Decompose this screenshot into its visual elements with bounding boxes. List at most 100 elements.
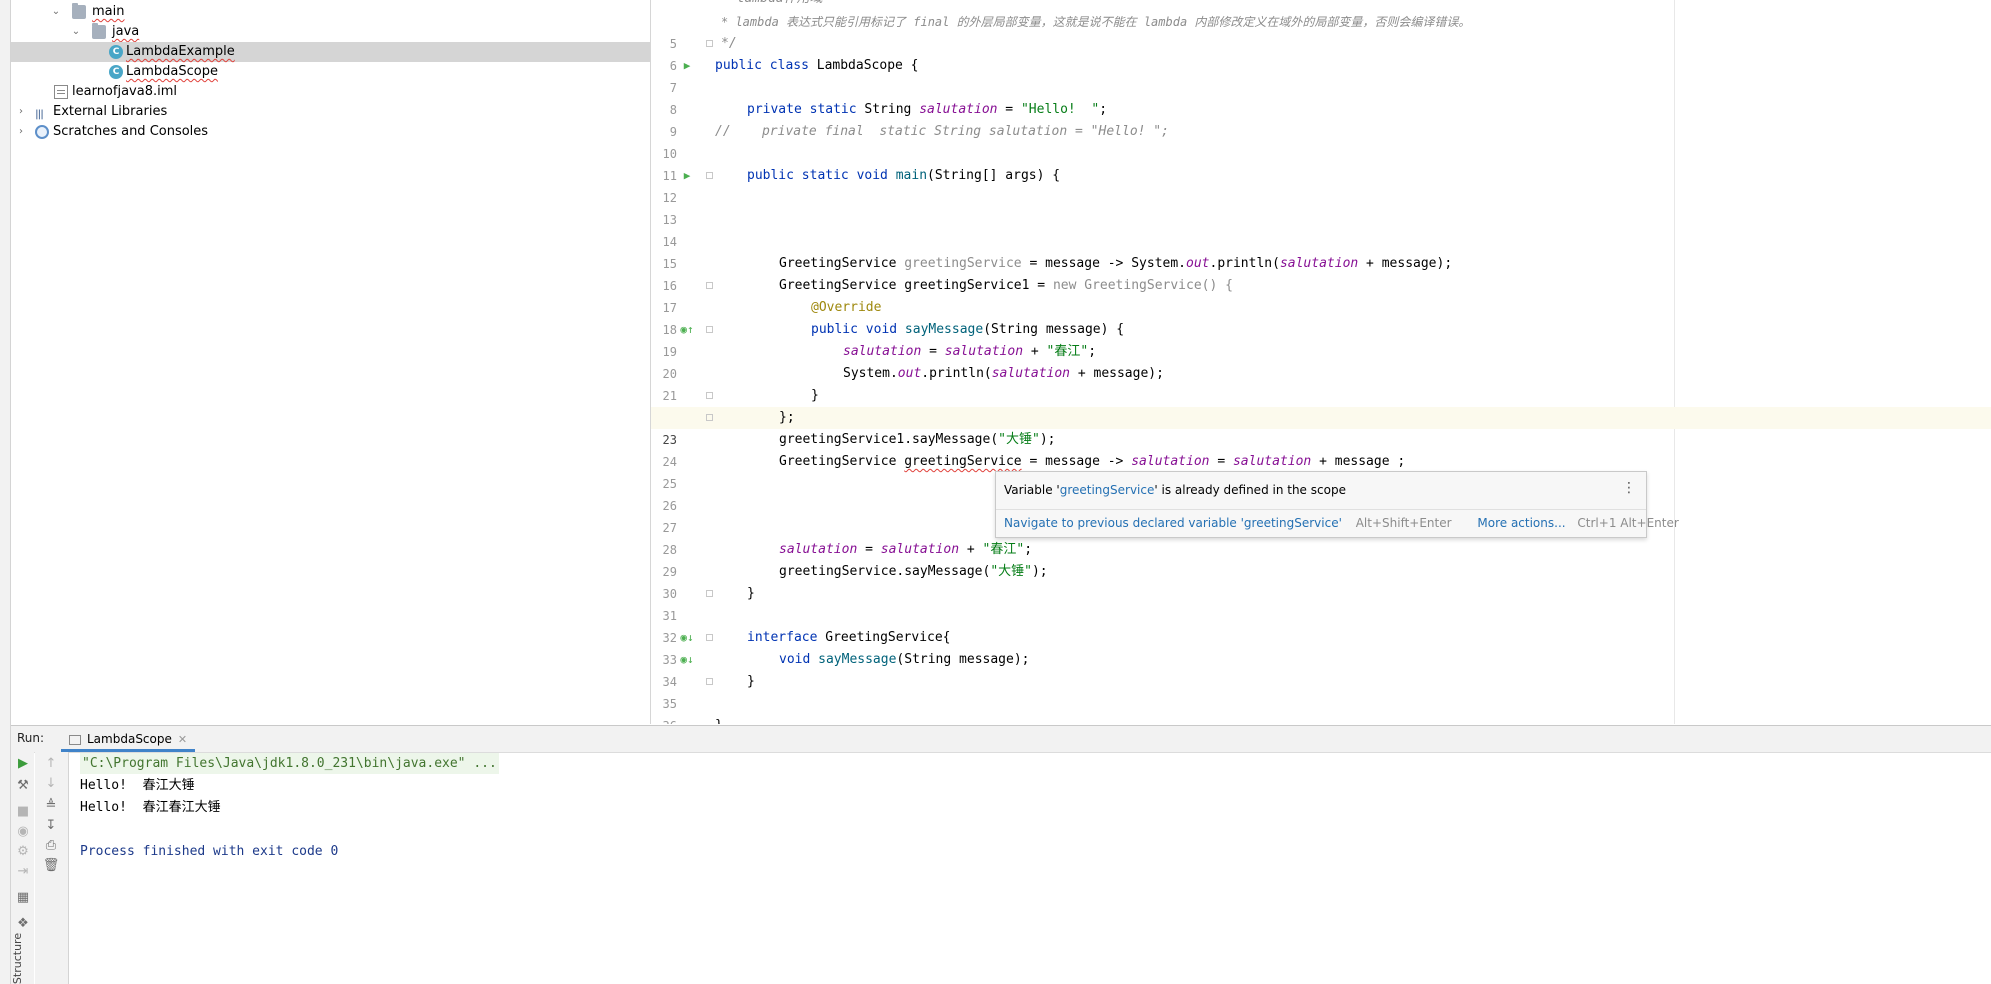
- tree-item-label: External Libraries: [53, 104, 168, 119]
- implemented-gutter-icon[interactable]: ◉↓: [679, 627, 695, 649]
- code-text: = message ->: [1021, 454, 1132, 469]
- arrow-down-icon[interactable]: ↓: [41, 774, 61, 794]
- pin-icon[interactable]: ❖: [13, 914, 33, 934]
- tree-item-scratches[interactable]: › Scratches and Consoles: [11, 122, 650, 142]
- code-line-32: 32: [651, 605, 1991, 645]
- code-text: = message -> System.: [1021, 256, 1187, 271]
- code-editor[interactable]: * lambda作用域 5 * lambda 表达式只能引用标记了 final …: [651, 0, 1991, 724]
- fold-marker-icon[interactable]: [706, 40, 713, 47]
- method-name: main: [895, 168, 928, 183]
- tree-item-label: main: [92, 4, 125, 19]
- code-text: String: [856, 102, 920, 117]
- message-reference: greetingService: [1059, 483, 1155, 497]
- fold-marker-icon[interactable]: [706, 282, 713, 289]
- trash-icon[interactable]: 🗑: [41, 856, 61, 876]
- fold-marker-icon[interactable]: [706, 414, 713, 421]
- tree-item-main[interactable]: ⌄ main: [11, 2, 650, 22]
- structure-tool-tab[interactable]: Structure: [11, 933, 24, 984]
- fold-marker-icon[interactable]: [706, 678, 713, 685]
- code-text: GreetingService() {: [1076, 278, 1233, 293]
- comment-text: * lambda 表达式只能引用标记了 final 的外层局部变量，这就是说不能…: [721, 15, 1471, 29]
- console-command-line: "C:\Program Files\Java\jdk1.8.0_231\bin\…: [80, 753, 499, 774]
- error-tooltip: Variable 'greetingService' is already de…: [995, 471, 1679, 538]
- code-line-25: 25 GreetingService greetingService = mes…: [651, 451, 1991, 491]
- chevron-down-icon[interactable]: ⌄: [50, 2, 62, 22]
- tree-item-label: LambdaExample: [126, 44, 235, 59]
- code-line-23: 23 };: [651, 407, 1991, 447]
- run-panel-header: Run: LambdaScope ✕: [11, 725, 1991, 753]
- left-tool-strip: [0, 0, 11, 984]
- code-line-19: 19 ◉↑ public void sayMessage(String mess…: [651, 319, 1991, 359]
- implemented-gutter-icon[interactable]: ◉↓: [679, 649, 695, 671]
- comment-text: * lambda作用域: [721, 0, 823, 10]
- message-text: Variable ': [1004, 483, 1060, 497]
- navigate-previous-declaration-link[interactable]: Navigate to previous declared variable '…: [1004, 516, 1342, 530]
- tree-item-external-libraries[interactable]: › ||| External Libraries: [11, 102, 650, 122]
- console-output-line: Hello! 春江春江大锤: [80, 800, 221, 815]
- soft-wrap-icon[interactable]: ≜: [41, 796, 61, 816]
- class-icon: C: [109, 65, 123, 79]
- code-line-11: 11: [651, 143, 1991, 183]
- layout-icon[interactable]: ▦: [13, 888, 33, 908]
- code-line-8: 8: [651, 77, 1991, 117]
- fold-marker-icon[interactable]: [706, 590, 713, 597]
- tree-item-lambdaexample[interactable]: C LambdaExample: [11, 42, 650, 62]
- print-icon[interactable]: ⎙: [41, 836, 61, 856]
- more-actions-link[interactable]: More actions...: [1477, 516, 1565, 530]
- wrench-icon[interactable]: ⚒: [13, 776, 33, 796]
- run-tab-lambdascope[interactable]: LambdaScope ✕: [61, 726, 196, 752]
- code-line-36: 36: [651, 693, 1991, 724]
- project-tree: ⌄ main ⌄ java C LambdaExample C LambdaSc…: [11, 0, 651, 724]
- shortcut-hint: Alt+Shift+Enter: [1355, 516, 1452, 530]
- code-line-35: 35 }: [651, 671, 1991, 711]
- code-line-30: 30 greetingService.sayMessage("大锤");: [651, 561, 1991, 601]
- code-text: }: [715, 715, 723, 724]
- string-literal: "Hello! ": [1020, 102, 1100, 117]
- stop-icon[interactable]: ■: [13, 802, 33, 822]
- string-literal: "春江": [1046, 344, 1089, 359]
- chevron-down-icon[interactable]: ⌄: [70, 22, 82, 42]
- run-gutter-icon[interactable]: ▶: [679, 55, 695, 77]
- more-options-icon[interactable]: ⋮: [1622, 480, 1636, 496]
- exit-icon[interactable]: ⇥: [13, 862, 33, 882]
- chevron-right-icon[interactable]: ›: [15, 102, 27, 122]
- module-file-icon: [54, 85, 68, 99]
- fold-marker-icon[interactable]: [706, 326, 713, 333]
- code-text: ;: [1088, 344, 1097, 359]
- rerun-icon[interactable]: ▶: [13, 754, 33, 774]
- string-literal: "春江": [982, 542, 1025, 557]
- close-icon[interactable]: ✕: [178, 733, 187, 746]
- field-name: salutation: [1232, 454, 1312, 469]
- fold-marker-icon[interactable]: [706, 634, 713, 641]
- code-text: =: [921, 344, 945, 359]
- chevron-right-icon[interactable]: ›: [15, 122, 27, 142]
- run-toolbar-right: ↑ ↓ ≜ ↧ ⎙ 🗑: [35, 752, 69, 984]
- run-label: Run:: [17, 731, 45, 745]
- code-line-24: 24 greetingService1.sayMessage("大锤");: [651, 429, 1991, 469]
- code-line-10: 10 // private final static String saluta…: [651, 121, 1991, 161]
- code-text: LambdaScope {: [808, 58, 919, 73]
- code-line-6: 6 */: [651, 33, 1991, 73]
- code-text: ;: [1099, 102, 1108, 117]
- tree-item-lambdascope[interactable]: C LambdaScope: [11, 62, 650, 82]
- code-line-16: 16 GreetingService greetingService = mes…: [651, 253, 1991, 293]
- fold-marker-icon[interactable]: [706, 172, 713, 179]
- arrow-up-icon[interactable]: ↑: [41, 754, 61, 774]
- implements-gutter-icon[interactable]: ◉↑: [679, 319, 695, 341]
- code-line-17: 17 GreetingService greetingService1 = ne…: [651, 275, 1991, 315]
- tree-item-label: LambdaScope: [126, 64, 218, 79]
- error-variable-name[interactable]: greetingService: [904, 454, 1021, 469]
- console-output[interactable]: "C:\Program Files\Java\jdk1.8.0_231\bin\…: [70, 752, 1991, 984]
- field-name: salutation: [944, 344, 1024, 359]
- gear-icon[interactable]: ⚙: [13, 842, 33, 862]
- scroll-to-end-icon[interactable]: ↧: [41, 816, 61, 836]
- fold-marker-icon[interactable]: [706, 392, 713, 399]
- code-line-15: 15: [651, 231, 1991, 271]
- code-text: (String message);: [896, 652, 1030, 667]
- run-gutter-icon[interactable]: ▶: [679, 165, 695, 187]
- code-text: ;: [1024, 542, 1033, 557]
- camera-icon[interactable]: ◉: [13, 822, 33, 842]
- string-literal: "大锤": [998, 432, 1040, 447]
- tree-item-java[interactable]: ⌄ java: [11, 22, 650, 42]
- tree-item-iml[interactable]: learnofjava8.iml: [11, 82, 650, 102]
